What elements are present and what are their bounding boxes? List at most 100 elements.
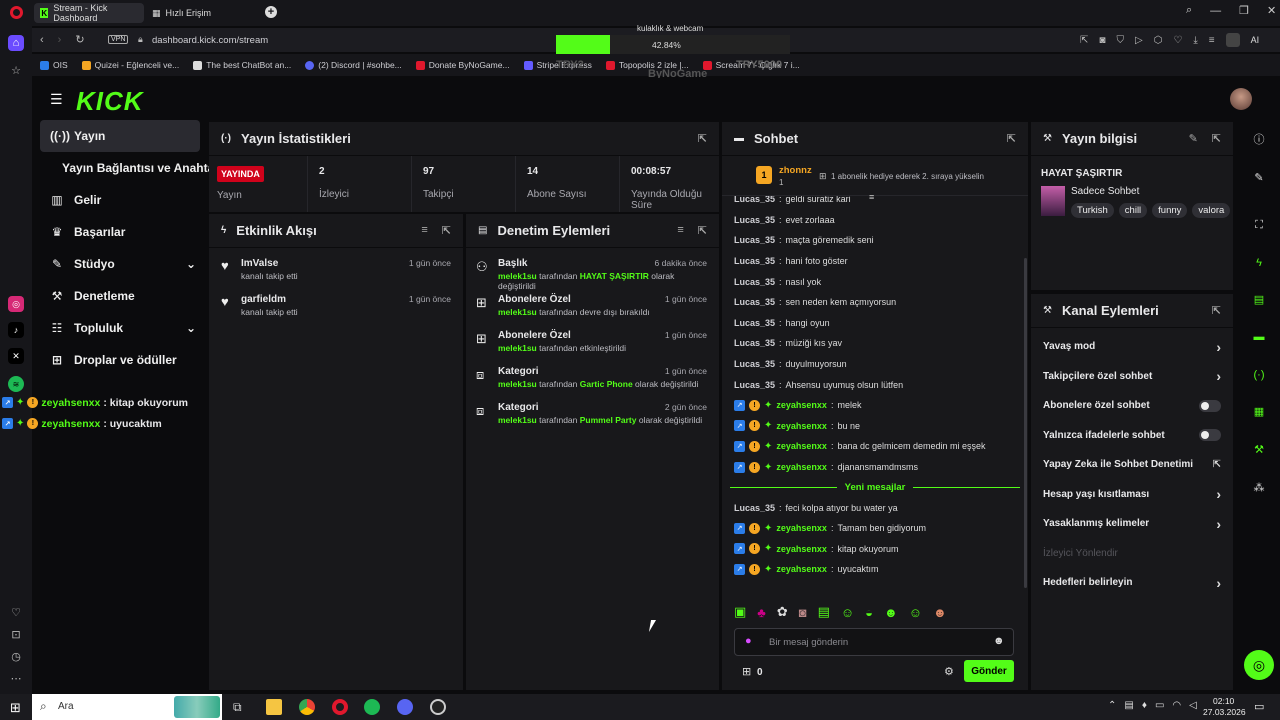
tag[interactable]: funny xyxy=(1152,203,1188,218)
taskbar-search[interactable]: ⌕ Ara xyxy=(32,694,222,720)
chat-username[interactable]: zeyahsenxx xyxy=(776,441,827,451)
channel-action-row[interactable]: Takipçilere özel sohbet › xyxy=(1031,362,1233,392)
popout-icon[interactable]: ⇱ xyxy=(698,132,707,145)
emote-icon[interactable]: ▣ xyxy=(734,604,746,620)
edit-icon[interactable]: ✎ xyxy=(1189,132,1198,145)
obs-icon[interactable] xyxy=(430,699,446,715)
wifi-icon[interactable]: ◠ xyxy=(1172,700,1181,711)
layout-icon[interactable]: ▦ xyxy=(1252,404,1266,418)
document-icon[interactable]: ▤ xyxy=(1252,292,1266,306)
chat-username[interactable]: Lucas_35 xyxy=(734,256,775,266)
broadcast-icon[interactable]: (·) xyxy=(1252,368,1266,382)
kick-logo[interactable]: KICK xyxy=(76,86,144,117)
taskbar-date[interactable]: 27.03.2026 xyxy=(1203,707,1246,717)
chat-username[interactable]: Lucas_35 xyxy=(734,235,775,245)
emote-icon[interactable]: ☺ xyxy=(841,605,854,620)
sidebar-item-community[interactable]: ☷ Topluluk ⌄ xyxy=(32,312,208,344)
sidebar-item-stream[interactable]: ((·)) Yayın xyxy=(40,120,200,152)
chat-scrollbar[interactable] xyxy=(1024,258,1027,588)
sidebar-item-drops[interactable]: ⊞ Droplar ve ödüller xyxy=(32,344,208,376)
hamburger-icon[interactable]: ☰ xyxy=(50,91,63,108)
channel-action-row[interactable]: Hesap yaşı kısıtlaması › xyxy=(1031,480,1233,510)
bookmark[interactable]: (2) Discord | #sohbe... xyxy=(305,60,402,70)
close-icon[interactable]: ✕ xyxy=(1267,4,1276,17)
taskbar-time[interactable]: 02:10 xyxy=(1213,696,1234,706)
screen-icon[interactable]: ⛶ xyxy=(1252,218,1266,232)
chat-username[interactable]: zeyahsenxx xyxy=(776,523,827,533)
chat-username[interactable]: Lucas_35 xyxy=(734,196,775,204)
toggle-switch[interactable] xyxy=(1199,429,1221,442)
pin-icon[interactable]: ☆ xyxy=(8,62,24,78)
filter-icon[interactable]: ≡ xyxy=(677,224,683,237)
bolt-icon[interactable]: ϟ xyxy=(1252,256,1266,270)
tab-quick-access[interactable]: ▦ Hızlı Erişim xyxy=(146,3,258,23)
chat-username[interactable]: zeyahsenxx xyxy=(776,544,827,554)
popout-icon[interactable]: ⇱ xyxy=(1212,304,1221,317)
popout-icon[interactable]: ⇱ xyxy=(442,224,451,237)
avatar-icon[interactable] xyxy=(1225,33,1240,47)
bookmark[interactable]: OIS xyxy=(40,60,68,70)
popout-icon[interactable]: ⇱ xyxy=(1007,132,1016,145)
sidebar-item-achievements[interactable]: ♛ Başarılar xyxy=(32,216,208,248)
tab-stream-dashboard[interactable]: K Stream - Kick Dashboard xyxy=(34,3,144,23)
chat-username[interactable]: zeyahsenxx xyxy=(776,564,827,574)
sidebar-item-studio[interactable]: ✎ Stüdyo ⌄ xyxy=(32,248,208,280)
instagram-icon[interactable]: ◎ xyxy=(8,296,24,312)
emote-icon[interactable]: ♣ xyxy=(757,605,766,620)
tiktok-icon[interactable]: ♪ xyxy=(8,322,24,338)
emote-icon[interactable]: ☻ xyxy=(884,605,898,620)
network-icon[interactable]: ▭ xyxy=(1155,700,1164,711)
volume-icon[interactable]: ◁ xyxy=(1189,700,1197,711)
chat-username[interactable]: Lucas_35 xyxy=(734,380,775,390)
mic-icon[interactable]: ● xyxy=(745,635,752,647)
filter-icon[interactable]: ≡ xyxy=(421,224,427,237)
chat-username[interactable]: zeyahsenxx xyxy=(776,462,827,472)
pinned-gift-leaderboard[interactable]: 1 zhonnz 1 ⊞ 1 abonelik hediye ederek 2.… xyxy=(722,156,1028,202)
bookmark[interactable]: The best ChatBot an... xyxy=(193,60,291,70)
chat-username[interactable]: zeyahsenxx xyxy=(776,421,827,431)
ai-button[interactable]: AI xyxy=(1251,35,1260,45)
mod-user[interactable]: melek1su xyxy=(498,271,537,281)
heart-outline-icon[interactable]: ♡ xyxy=(1173,35,1182,46)
back-icon[interactable]: ‹ xyxy=(40,34,44,46)
task-view-icon[interactable]: ⧉ xyxy=(233,700,242,715)
spotify-icon[interactable] xyxy=(364,699,380,715)
sidebar-item-stream-key[interactable]: Yayın Bağlantısı ve Anahtarı xyxy=(32,152,222,184)
mod-user[interactable]: melek1su xyxy=(498,343,537,353)
shield-icon[interactable]: ⛉ xyxy=(1116,35,1124,46)
chat-username[interactable]: Lucas_35 xyxy=(734,318,775,328)
popout-icon[interactable]: ⇱ xyxy=(1212,132,1221,145)
chat-username[interactable]: Lucas_35 xyxy=(734,277,775,287)
channel-action-row[interactable]: Yapay Zeka ile Sohbet Denetimi ⇱ xyxy=(1031,450,1233,480)
user-avatar[interactable] xyxy=(1230,88,1252,110)
sidebar-item-revenue[interactable]: ▥ Gelir xyxy=(32,184,208,216)
play-icon[interactable]: ▷ xyxy=(1135,35,1143,46)
bookmark[interactable]: Donate ByNoGame... xyxy=(415,60,510,70)
vpn-badge[interactable]: VPN xyxy=(108,35,129,44)
spotify-icon[interactable]: ≋ xyxy=(8,376,24,392)
pinned-user[interactable]: zhonnz xyxy=(779,165,812,176)
sidebar-item-moderation[interactable]: ⚒ Denetleme xyxy=(32,280,208,312)
windows-start-icon[interactable]: ⊞ xyxy=(10,700,21,716)
camera-icon[interactable]: ◙ xyxy=(1099,35,1105,46)
url-field[interactable]: dashboard.kick.com/stream xyxy=(152,35,268,46)
opera-icon[interactable] xyxy=(332,699,348,715)
channel-action-row[interactable]: Yalnızca ifadelerle sohbet xyxy=(1031,421,1233,451)
bookmark[interactable]: Quizei - Eğlenceli ve... xyxy=(81,60,179,70)
emote-icon[interactable]: ◙ xyxy=(799,605,807,620)
home-icon[interactable]: ⌂ xyxy=(8,35,24,51)
chat-input[interactable]: ● Bir mesaj gönderin ☻ xyxy=(734,628,1014,656)
chat-settings-icon[interactable]: ⚙ xyxy=(944,665,954,678)
file-explorer-icon[interactable] xyxy=(266,699,282,715)
new-tab-icon[interactable]: + xyxy=(265,6,277,18)
toggle-switch[interactable] xyxy=(1199,399,1221,412)
minimize-icon[interactable]: — xyxy=(1210,5,1221,17)
search-icon[interactable]: ⌕ xyxy=(1186,4,1192,17)
chat-username[interactable]: Lucas_35 xyxy=(734,215,775,225)
chat-username[interactable]: Lucas_35 xyxy=(734,359,775,369)
emote-icon[interactable]: ☺ xyxy=(909,605,922,620)
chat-username[interactable]: Lucas_35 xyxy=(734,338,775,348)
notification-icon[interactable]: ▭ xyxy=(1254,700,1264,713)
wrench-icon[interactable]: ⚒ xyxy=(1252,442,1266,456)
info-icon[interactable]: ⓘ xyxy=(1252,132,1266,146)
